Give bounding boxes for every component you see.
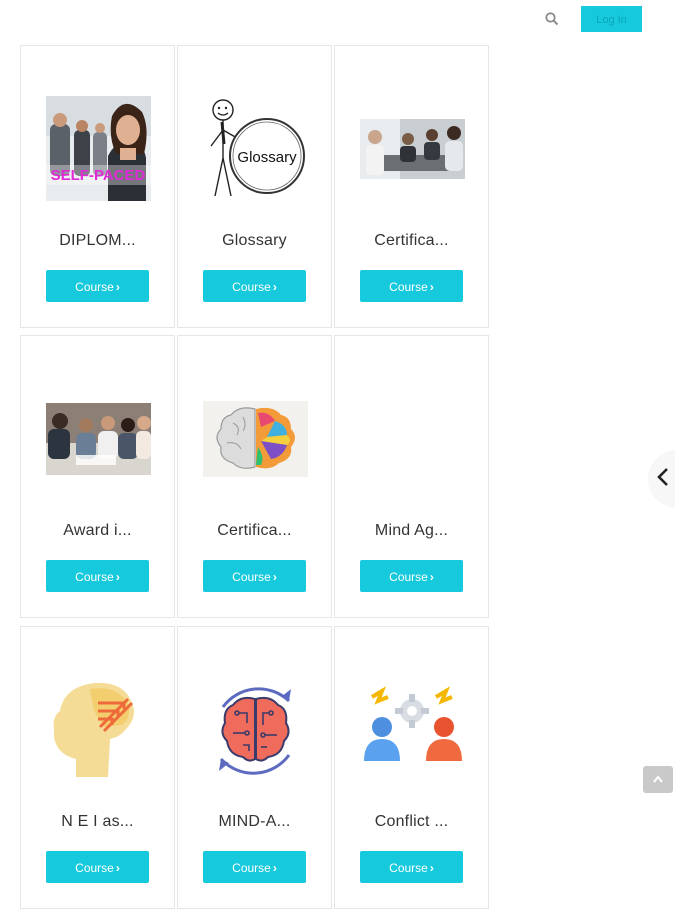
course-title[interactable]: Award i... (21, 522, 174, 540)
chevron-right-icon: › (429, 861, 434, 875)
head-profile-icon (46, 677, 151, 782)
conflict-people-gear-icon (360, 677, 465, 782)
chevron-up-icon (652, 771, 664, 789)
course-button[interactable]: Course › (360, 270, 463, 302)
course-image-meeting (360, 96, 465, 201)
course-title[interactable]: Conflict ... (335, 813, 488, 831)
chevron-right-icon: › (115, 280, 120, 294)
course-card: Award i... Course › (20, 335, 175, 618)
course-card: Glossary Glossary Course › (177, 45, 332, 328)
scroll-to-top-button[interactable] (643, 766, 673, 793)
course-button[interactable]: Course › (46, 270, 149, 302)
svg-text:Glossary: Glossary (237, 149, 297, 166)
course-image-glossary: Glossary (203, 96, 308, 201)
chevron-right-icon: › (115, 570, 120, 584)
course-button[interactable]: Course › (203, 851, 306, 883)
course-card: Certifica... Course › (177, 335, 332, 618)
course-card: MIND-A... Course › (177, 626, 332, 909)
sidebar-toggle-button[interactable] (648, 450, 675, 508)
chevron-right-icon: › (115, 861, 120, 875)
course-card: Mind Ag... Course › (334, 335, 489, 618)
course-title[interactable]: N E I as... (21, 813, 174, 831)
chevron-left-icon (656, 466, 670, 493)
course-button[interactable]: Course › (203, 560, 306, 592)
course-card: Conflict ... Course › (334, 626, 489, 909)
course-image-team (46, 386, 151, 491)
chevron-right-icon: › (272, 280, 277, 294)
search-icon[interactable] (544, 11, 560, 27)
chevron-right-icon: › (272, 861, 277, 875)
course-button[interactable]: Course › (360, 560, 463, 592)
course-card: SELF-PACED DIPLOM... Course › (20, 45, 175, 328)
course-card: N E I as... Course › (20, 626, 175, 909)
chevron-right-icon: › (429, 570, 434, 584)
course-title[interactable]: Certifica... (335, 232, 488, 250)
course-title[interactable]: Glossary (178, 232, 331, 250)
course-image-brain (203, 386, 308, 491)
course-button[interactable]: Course › (360, 851, 463, 883)
svg-text:SELF-PACED: SELF-PACED (51, 167, 146, 184)
course-card: Certifica... Course › (334, 45, 489, 328)
brain-cycle-icon (203, 677, 308, 782)
course-button[interactable]: Course › (46, 560, 149, 592)
chevron-right-icon: › (429, 280, 434, 294)
chevron-right-icon: › (272, 570, 277, 584)
course-title[interactable]: DIPLOM... (21, 232, 174, 250)
course-title[interactable]: Mind Ag... (335, 522, 488, 540)
course-title[interactable]: Certifica... (178, 522, 331, 540)
course-image-self-paced: SELF-PACED (46, 96, 151, 201)
login-button[interactable]: Log In (581, 6, 642, 32)
course-button[interactable]: Course › (203, 270, 306, 302)
course-button[interactable]: Course › (46, 851, 149, 883)
course-title[interactable]: MIND-A... (178, 813, 331, 831)
